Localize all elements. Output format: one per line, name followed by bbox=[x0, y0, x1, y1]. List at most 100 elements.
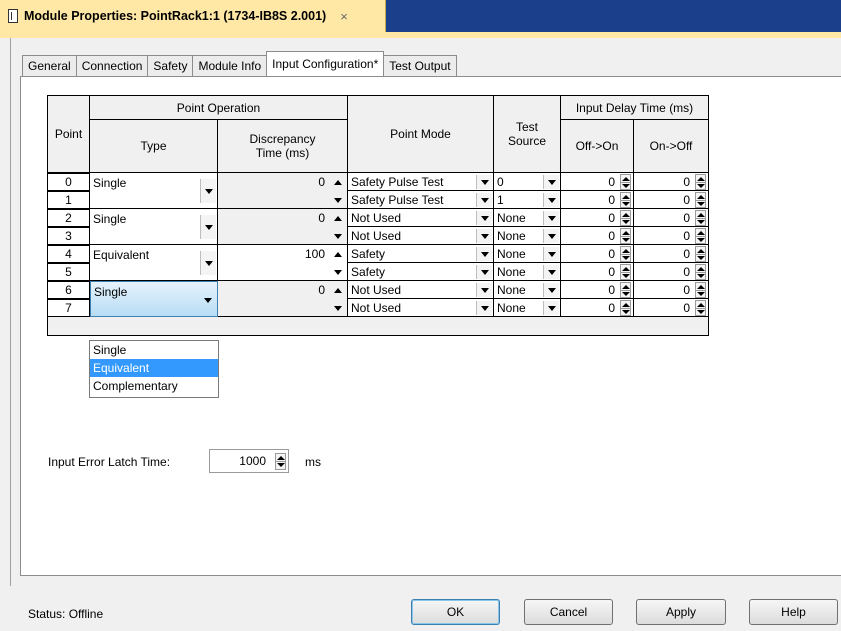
off-on-delay-spinbox-4[interactable]: 0 bbox=[561, 245, 634, 263]
arrow-down-icon[interactable] bbox=[330, 192, 346, 208]
discrepancy-spinbox-2[interactable]: 100 bbox=[218, 245, 348, 281]
off-on-delay-spinbox-2[interactable]: 0 bbox=[561, 209, 634, 227]
point-mode-combo-2[interactable]: Not Used bbox=[348, 209, 494, 227]
tab-safety[interactable]: Safety bbox=[147, 55, 194, 76]
chevron-down-icon[interactable] bbox=[476, 283, 492, 297]
type-combo-1[interactable]: Single bbox=[90, 209, 218, 245]
type-combo-3[interactable]: Single bbox=[90, 281, 218, 317]
chevron-down-icon[interactable] bbox=[200, 251, 216, 275]
on-off-delay-spinbox-7[interactable]: 0 bbox=[634, 299, 709, 317]
point-mode-combo-0[interactable]: Safety Pulse Test bbox=[348, 173, 494, 191]
off-on-delay-spinbox-1[interactable]: 0 bbox=[561, 191, 634, 209]
chevron-down-icon[interactable] bbox=[543, 229, 559, 243]
apply-button[interactable]: Apply bbox=[636, 599, 726, 625]
test-source-combo-7[interactable]: None bbox=[494, 299, 561, 317]
spin-arrows-icon[interactable] bbox=[620, 192, 631, 208]
chevron-down-icon[interactable] bbox=[200, 179, 216, 203]
arrow-up-icon[interactable] bbox=[330, 282, 346, 298]
spin-arrows-icon[interactable] bbox=[620, 264, 631, 280]
test-source-combo-0[interactable]: 0 bbox=[494, 173, 561, 191]
chevron-down-icon[interactable] bbox=[476, 193, 492, 207]
spin-arrows-icon[interactable] bbox=[695, 282, 706, 298]
tab-general[interactable]: General bbox=[22, 55, 77, 76]
arrow-up-icon[interactable] bbox=[330, 174, 346, 190]
off-on-delay-spinbox-3[interactable]: 0 bbox=[561, 227, 634, 245]
arrow-down-icon[interactable] bbox=[330, 300, 346, 316]
chevron-down-icon[interactable] bbox=[476, 229, 492, 243]
on-off-delay-spinbox-3[interactable]: 0 bbox=[634, 227, 709, 245]
chevron-down-icon[interactable] bbox=[543, 301, 559, 315]
test-source-combo-2[interactable]: None bbox=[494, 209, 561, 227]
spin-arrows-icon[interactable] bbox=[695, 174, 706, 190]
chevron-down-icon[interactable] bbox=[543, 265, 559, 279]
spin-arrows-icon[interactable] bbox=[695, 264, 706, 280]
spin-arrows-icon[interactable] bbox=[695, 192, 706, 208]
test-source-combo-3[interactable]: None bbox=[494, 227, 561, 245]
chevron-down-icon[interactable] bbox=[476, 301, 492, 315]
spin-arrows-icon[interactable] bbox=[620, 228, 631, 244]
type-combo-2[interactable]: Equivalent bbox=[90, 245, 218, 281]
test-source-combo-1[interactable]: 1 bbox=[494, 191, 561, 209]
chevron-down-icon[interactable] bbox=[476, 211, 492, 225]
tab-module-info[interactable]: Module Info bbox=[192, 55, 268, 76]
spin-arrows-icon[interactable] bbox=[620, 210, 631, 226]
on-off-delay-spinbox-2[interactable]: 0 bbox=[634, 209, 709, 227]
discrepancy-spinbox-3[interactable]: 0 bbox=[218, 281, 348, 317]
tab-test-output[interactable]: Test Output bbox=[383, 55, 457, 76]
type-option-single[interactable]: Single bbox=[90, 341, 218, 359]
on-off-delay-spinbox-6[interactable]: 0 bbox=[634, 281, 709, 299]
spin-arrows-icon[interactable] bbox=[275, 453, 286, 470]
point-mode-combo-1[interactable]: Safety Pulse Test bbox=[348, 191, 494, 209]
chevron-down-icon[interactable] bbox=[476, 265, 492, 279]
arrow-up-icon[interactable] bbox=[330, 246, 346, 262]
spin-arrows-icon[interactable] bbox=[695, 210, 706, 226]
test-source-combo-4[interactable]: None bbox=[494, 245, 561, 263]
point-mode-combo-5[interactable]: Safety bbox=[348, 263, 494, 281]
spin-arrows-icon[interactable] bbox=[695, 300, 706, 316]
chevron-down-icon[interactable] bbox=[476, 247, 492, 261]
spin-arrows-icon[interactable] bbox=[620, 300, 631, 316]
chevron-down-icon[interactable] bbox=[543, 193, 559, 207]
off-on-delay-spinbox-5[interactable]: 0 bbox=[561, 263, 634, 281]
point-mode-combo-4[interactable]: Safety bbox=[348, 245, 494, 263]
off-on-delay-spinbox-7[interactable]: 0 bbox=[561, 299, 634, 317]
spin-arrows-icon[interactable] bbox=[620, 282, 631, 298]
chevron-down-icon[interactable] bbox=[543, 247, 559, 261]
point-mode-combo-3[interactable]: Not Used bbox=[348, 227, 494, 245]
spin-arrows-icon[interactable] bbox=[620, 174, 631, 190]
on-off-delay-spinbox-5[interactable]: 0 bbox=[634, 263, 709, 281]
on-off-delay-spinbox-1[interactable]: 0 bbox=[634, 191, 709, 209]
arrow-down-icon[interactable] bbox=[330, 264, 346, 280]
spin-arrows-icon[interactable] bbox=[695, 246, 706, 262]
spin-arrows-icon[interactable] bbox=[620, 246, 631, 262]
ok-button[interactable]: OK bbox=[411, 599, 500, 625]
chevron-down-icon[interactable] bbox=[543, 175, 559, 189]
point-mode-combo-6[interactable]: Not Used bbox=[348, 281, 494, 299]
tab-connection[interactable]: Connection bbox=[75, 55, 149, 76]
off-on-delay-spinbox-0[interactable]: 0 bbox=[561, 173, 634, 191]
chevron-down-icon[interactable] bbox=[543, 283, 559, 297]
chevron-down-icon[interactable] bbox=[200, 288, 216, 312]
help-button[interactable]: Help bbox=[749, 599, 838, 625]
on-off-delay-spinbox-4[interactable]: 0 bbox=[634, 245, 709, 263]
arrow-down-icon[interactable] bbox=[330, 228, 346, 244]
point-mode-combo-7[interactable]: Not Used bbox=[348, 299, 494, 317]
discrepancy-spinbox-0[interactable]: 0 bbox=[218, 173, 348, 209]
document-tab[interactable]: Module Properties: PointRack1:1 (1734-IB… bbox=[0, 0, 386, 32]
chevron-down-icon[interactable] bbox=[543, 211, 559, 225]
chevron-down-icon[interactable] bbox=[476, 175, 492, 189]
spin-arrows-icon[interactable] bbox=[695, 228, 706, 244]
input-error-latch-spinbox[interactable]: 1000 bbox=[209, 449, 289, 473]
close-tab-icon[interactable]: × bbox=[340, 9, 348, 24]
arrow-up-icon[interactable] bbox=[330, 210, 346, 226]
type-option-complementary[interactable]: Complementary bbox=[90, 377, 218, 395]
test-source-combo-5[interactable]: None bbox=[494, 263, 561, 281]
on-off-delay-spinbox-0[interactable]: 0 bbox=[634, 173, 709, 191]
test-source-combo-6[interactable]: None bbox=[494, 281, 561, 299]
chevron-down-icon[interactable] bbox=[200, 215, 216, 239]
type-option-equivalent[interactable]: Equivalent bbox=[90, 359, 218, 377]
off-on-delay-spinbox-6[interactable]: 0 bbox=[561, 281, 634, 299]
discrepancy-spinbox-1[interactable]: 0 bbox=[218, 209, 348, 245]
type-combo-0[interactable]: Single bbox=[90, 173, 218, 209]
cancel-button[interactable]: Cancel bbox=[524, 599, 613, 625]
